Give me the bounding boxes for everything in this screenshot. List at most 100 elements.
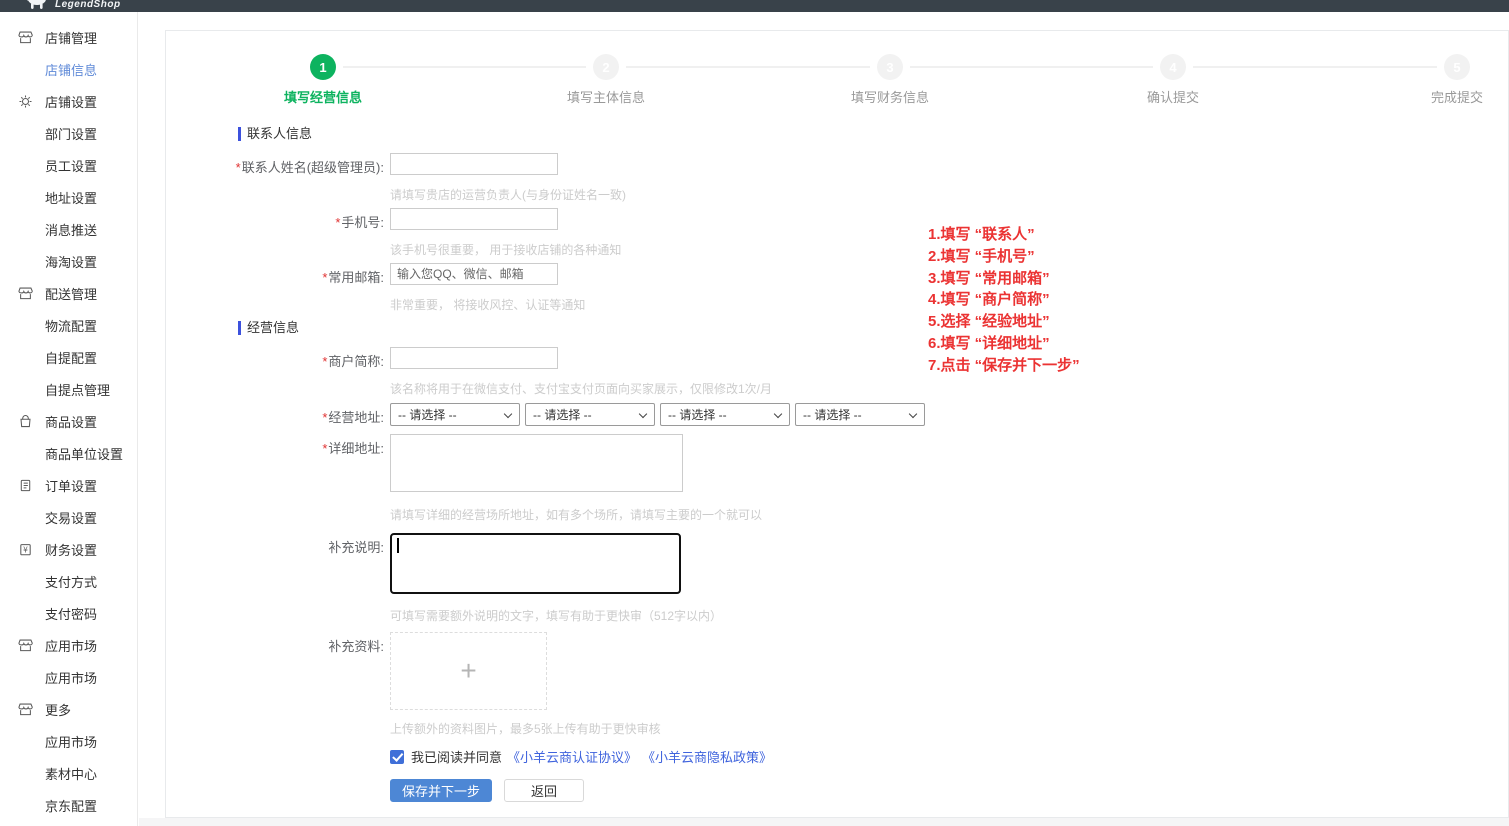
sidebar-item-label: 商品单位设置 [45, 444, 123, 463]
business-address-row: *经营地址: -- 请选择 -- -- 请选择 -- -- 请选择 -- -- … [166, 403, 930, 426]
contact-name-hint: 请填写贵店的运营负责人(与身份证姓名一致) [390, 186, 626, 203]
email-input[interactable] [390, 263, 558, 285]
sidebar-item-app-market-sub[interactable]: 应用市场 [0, 661, 137, 693]
sidebar-item-product-unit-settings[interactable]: 商品单位设置 [0, 437, 137, 469]
sidebar-item-jd-config[interactable]: 京东配置 [0, 789, 137, 821]
sidebar-item-label: 应用市场 [45, 668, 97, 687]
sidebar-item-label: 地址设置 [45, 188, 97, 207]
order-document-icon [17, 477, 33, 493]
sidebar-item-label: 店铺设置 [45, 92, 97, 111]
phone-input[interactable] [390, 208, 558, 230]
step-2-circle: 2 [593, 54, 619, 80]
sidebar-item-address-settings[interactable]: 地址设置 [0, 181, 137, 213]
chevron-down-icon [639, 410, 647, 418]
sidebar-item-delivery-management[interactable]: 配送管理 [0, 277, 137, 309]
sidebar-item-message-push[interactable]: 消息推送 [0, 213, 137, 245]
contact-name-input[interactable] [390, 153, 558, 175]
chevron-down-icon [504, 410, 512, 418]
sidebar-item-material-center[interactable]: 素材中心 [0, 757, 137, 789]
chevron-down-icon [774, 410, 782, 418]
gear-icon [17, 93, 33, 109]
sidebar-item-label: 京东配置 [45, 796, 97, 815]
sidebar-item-label: 更多 [45, 700, 71, 719]
step-2-label: 填写主体信息 [567, 87, 645, 106]
phone-row: *手机号: [166, 208, 558, 231]
extra-material-hint: 上传额外的资料图片，最多5张上传有助于更快审核 [390, 720, 661, 737]
agreement-text: 我已阅读并同意 [411, 747, 502, 766]
phone-hint: 该手机号很重要， 用于接收店铺的各种通知 [390, 241, 621, 258]
business-address-label: *经营地址: [166, 403, 384, 426]
step-4-label: 确认提交 [1147, 87, 1199, 106]
sidebar-item-label: 支付密码 [45, 604, 97, 623]
certification-agreement-link[interactable]: 《小羊云商认证协议》 [507, 747, 637, 766]
sidebar-item-label: 支付方式 [45, 572, 97, 591]
step-connector [1193, 66, 1437, 68]
sidebar-item-label: 素材中心 [45, 764, 97, 783]
extra-note-label: 补充说明: [166, 533, 384, 556]
street-select[interactable]: -- 请选择 -- [795, 403, 925, 426]
required-asterisk: * [322, 354, 327, 369]
city-select[interactable]: -- 请选择 -- [525, 403, 655, 426]
sidebar-item-store-info[interactable]: 店铺信息 [0, 53, 137, 85]
sidebar-item-staff-settings[interactable]: 员工设置 [0, 149, 137, 181]
extra-note-textarea[interactable] [390, 533, 681, 594]
brand-name: LegendShop [55, 0, 121, 10]
merchant-short-name-input[interactable] [390, 347, 558, 369]
annotation-line: 3.填写 “常用邮箱” [928, 268, 1080, 290]
sidebar-item-store-management[interactable]: 店铺管理 [0, 21, 137, 53]
back-button[interactable]: 返回 [504, 779, 584, 802]
sidebar-item-finance-settings[interactable]: ¥ 财务设置 [0, 533, 137, 565]
plus-icon: + [460, 657, 476, 685]
section-business-info: 经营信息 [238, 321, 299, 335]
agreement-checkbox[interactable] [390, 750, 404, 764]
sidebar-item-label: 海淘设置 [45, 252, 97, 271]
sidebar-item-trade-settings[interactable]: 交易设置 [0, 501, 137, 533]
sidebar-item-logistics-config[interactable]: 物流配置 [0, 309, 137, 341]
sidebar-item-label: 消息推送 [45, 220, 97, 239]
province-select[interactable]: -- 请选择 -- [390, 403, 520, 426]
storefront-icon [17, 29, 33, 45]
extra-material-label: 补充资料: [166, 632, 384, 655]
sidebar-item-more[interactable]: 更多 [0, 693, 137, 725]
sidebar-item-payment-method[interactable]: 支付方式 [0, 565, 137, 597]
annotation-line: 5.选择 “经验地址” [928, 311, 1080, 333]
sidebar-item-haitao-settings[interactable]: 海淘设置 [0, 245, 137, 277]
sheep-logo-icon [24, 0, 50, 12]
sidebar-item-label: 自提配置 [45, 348, 97, 367]
save-next-button[interactable]: 保存并下一步 [390, 779, 492, 802]
email-hint: 非常重要， 将接收风控、认证等通知 [390, 296, 585, 313]
storefront-icon [17, 701, 33, 717]
detail-address-label: *详细地址: [166, 434, 384, 457]
sidebar-item-app-market[interactable]: 应用市场 [0, 629, 137, 661]
section-contact-info: 联系人信息 [238, 127, 312, 141]
email-label: *常用邮箱: [166, 263, 384, 286]
email-row: *常用邮箱: [166, 263, 558, 286]
sidebar-item-label: 商品设置 [45, 412, 97, 431]
sidebar-item-label: 自提点管理 [45, 380, 110, 399]
annotation-line: 2.填写 “手机号” [928, 246, 1080, 268]
required-asterisk: * [322, 270, 327, 285]
sidebar-item-app-market-more[interactable]: 应用市场 [0, 725, 137, 757]
step-3-circle: 3 [877, 54, 903, 80]
storefront-icon [17, 285, 33, 301]
sidebar-item-product-settings[interactable]: 商品设置 [0, 405, 137, 437]
annotation-line: 6.填写 “详细地址” [928, 333, 1080, 355]
storefront-icon [17, 637, 33, 653]
sidebar-item-payment-password[interactable]: 支付密码 [0, 597, 137, 629]
annotation-line: 1.填写 “联系人” [928, 224, 1080, 246]
district-select[interactable]: -- 请选择 -- [660, 403, 790, 426]
privacy-policy-link[interactable]: 《小羊云商隐私政策》 [642, 747, 772, 766]
step-connector [910, 66, 1153, 68]
extra-material-row: 补充资料: + [166, 632, 547, 710]
finance-yuan-icon: ¥ [17, 541, 33, 557]
sidebar-item-pickup-point-management[interactable]: 自提点管理 [0, 373, 137, 405]
sidebar-item-label: 配送管理 [45, 284, 97, 303]
upload-image-button[interactable]: + [390, 632, 547, 710]
sidebar-item-store-settings[interactable]: 店铺设置 [0, 85, 137, 117]
sidebar-item-order-settings[interactable]: 订单设置 [0, 469, 137, 501]
sidebar-item-department-settings[interactable]: 部门设置 [0, 117, 137, 149]
sidebar-item-self-pickup-config[interactable]: 自提配置 [0, 341, 137, 373]
extra-note-hint: 可填写需要额外说明的文字，填写有助于更快审（512字以内） [390, 607, 722, 624]
detail-address-textarea[interactable] [390, 434, 683, 492]
required-asterisk: * [236, 160, 241, 175]
